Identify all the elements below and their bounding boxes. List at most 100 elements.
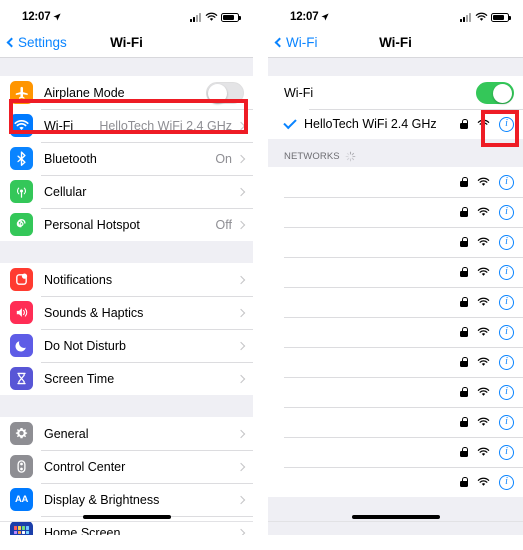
network-status-icons: i <box>460 354 514 370</box>
network-row[interactable]: i <box>268 467 523 497</box>
info-circle-icon[interactable]: i <box>499 294 514 310</box>
sidebar-item-general[interactable]: General <box>0 417 253 450</box>
home-indicator[interactable] <box>351 515 440 519</box>
chevron-left-icon <box>274 37 285 47</box>
network-row[interactable]: i <box>268 377 523 407</box>
connected-network-name: HelloTech WiFi 2.4 GHz <box>304 117 437 131</box>
wifi-toggle-group: Wi-Fi HelloTech WiFi 2.4 GHz i <box>268 76 523 139</box>
wifi-settings-list[interactable]: Wi-Fi HelloTech WiFi 2.4 GHz i NETWORKS … <box>268 58 523 535</box>
networks-section-header: NETWORKS <box>268 139 523 167</box>
network-row[interactable]: i <box>268 257 523 287</box>
available-networks-group: i i i i i i i i i i i <box>268 167 523 497</box>
wifi-signal-icon <box>477 177 490 186</box>
networks-header-label: NETWORKS <box>284 151 340 162</box>
sidebar-item-wifi[interactable]: Wi-Fi HelloTech WiFi 2.4 GHz <box>0 109 253 142</box>
bluetooth-icon <box>10 147 33 170</box>
status-time: 12:07 <box>290 11 319 23</box>
wifi-signal-icon <box>477 119 490 128</box>
home-indicator[interactable] <box>82 515 171 519</box>
back-button-wifi[interactable]: Wi-Fi <box>268 35 317 50</box>
lock-icon <box>460 477 469 487</box>
sidebar-item-label: Personal Hotspot <box>44 217 140 232</box>
info-circle-icon[interactable]: i <box>499 354 514 370</box>
wifi-icon <box>475 12 487 21</box>
section-gap <box>268 58 523 76</box>
info-circle-icon[interactable]: i <box>499 474 514 490</box>
network-row[interactable]: i <box>268 437 523 467</box>
info-circle-icon[interactable]: i <box>499 204 514 220</box>
notifications-icon <box>10 268 33 291</box>
nav-bar-right: Wi-Fi Wi-Fi <box>268 28 523 58</box>
lock-icon <box>460 387 469 397</box>
sidebar-item-cellular[interactable]: Cellular <box>0 175 253 208</box>
aa-glyph: AA <box>14 494 29 505</box>
network-row[interactable]: i <box>268 227 523 257</box>
status-time: 12:07 <box>22 11 51 23</box>
panel-divider <box>268 520 523 521</box>
info-circle-icon[interactable]: i <box>499 234 514 250</box>
airplane-mode-toggle[interactable] <box>206 81 244 104</box>
wifi-signal-icon <box>477 477 490 486</box>
display-brightness-icon: AA <box>10 488 33 511</box>
chevron-right-icon <box>236 341 246 350</box>
network-name-redacted <box>284 475 460 489</box>
bluetooth-status: On <box>215 151 232 166</box>
network-name-redacted <box>284 385 460 399</box>
info-circle-icon[interactable]: i <box>499 384 514 400</box>
sidebar-item-notifications[interactable]: Notifications <box>0 263 253 296</box>
left-phone-screen: 12:07 Settings Wi-Fi Airplane Mode Wi-Fi… <box>0 0 253 535</box>
info-circle-icon[interactable]: i <box>499 116 514 132</box>
sidebar-item-display-brightness[interactable]: AA Display & Brightness <box>0 483 253 516</box>
wifi-signal-icon <box>477 447 490 456</box>
settings-list[interactable]: Airplane Mode Wi-Fi HelloTech WiFi 2.4 G… <box>0 58 253 535</box>
sidebar-item-sounds-haptics[interactable]: Sounds & Haptics <box>0 296 253 329</box>
sidebar-item-label: Display & Brightness <box>44 492 160 507</box>
info-circle-icon[interactable]: i <box>499 444 514 460</box>
network-row[interactable]: i <box>268 167 523 197</box>
section-gap <box>0 395 253 417</box>
network-row[interactable]: i <box>268 287 523 317</box>
wifi-toggle-row[interactable]: Wi-Fi <box>268 76 523 109</box>
connected-network-row[interactable]: HelloTech WiFi 2.4 GHz i <box>268 109 523 139</box>
sidebar-item-do-not-disturb[interactable]: Do Not Disturb <box>0 329 253 362</box>
back-button-settings[interactable]: Settings <box>0 35 67 50</box>
info-circle-icon[interactable]: i <box>499 324 514 340</box>
sidebar-item-screen-time[interactable]: Screen Time <box>0 362 253 395</box>
info-circle-icon[interactable]: i <box>499 414 514 430</box>
sidebar-item-label: Wi-Fi <box>44 118 74 133</box>
back-button-label: Settings <box>18 35 67 50</box>
sidebar-item-control-center[interactable]: Control Center <box>0 450 253 483</box>
screen-time-icon <box>10 367 33 390</box>
wifi-signal-icon <box>477 327 490 336</box>
network-status-icons: i <box>460 474 514 490</box>
wifi-signal-icon <box>477 357 490 366</box>
network-row[interactable]: i <box>268 197 523 227</box>
wifi-signal-icon <box>477 297 490 306</box>
battery-icon <box>221 12 241 22</box>
lock-icon <box>460 327 469 337</box>
sidebar-item-label: Do Not Disturb <box>44 338 126 353</box>
airplane-icon <box>10 81 33 104</box>
wifi-toggle[interactable] <box>476 81 514 104</box>
gear-icon <box>10 422 33 445</box>
network-row[interactable]: i <box>268 347 523 377</box>
network-name-redacted <box>284 295 460 309</box>
lock-icon <box>460 417 469 427</box>
wifi-icon <box>10 114 33 137</box>
network-row[interactable]: i <box>268 317 523 347</box>
status-bar-time-group: 12:07 <box>22 11 62 23</box>
sidebar-item-airplane-mode[interactable]: Airplane Mode <box>0 76 253 109</box>
battery-icon <box>491 12 511 22</box>
info-circle-icon[interactable]: i <box>499 264 514 280</box>
info-circle-icon[interactable]: i <box>499 174 514 190</box>
network-row[interactable]: i <box>268 407 523 437</box>
lock-icon <box>460 447 469 457</box>
chevron-right-icon <box>236 275 246 284</box>
lock-icon <box>460 177 469 187</box>
sidebar-item-bluetooth[interactable]: Bluetooth On <box>0 142 253 175</box>
lock-icon <box>460 237 469 247</box>
wifi-signal-icon <box>477 267 490 276</box>
network-name-redacted <box>284 235 460 249</box>
do-not-disturb-icon <box>10 334 33 357</box>
sidebar-item-personal-hotspot[interactable]: Personal Hotspot Off <box>0 208 253 241</box>
